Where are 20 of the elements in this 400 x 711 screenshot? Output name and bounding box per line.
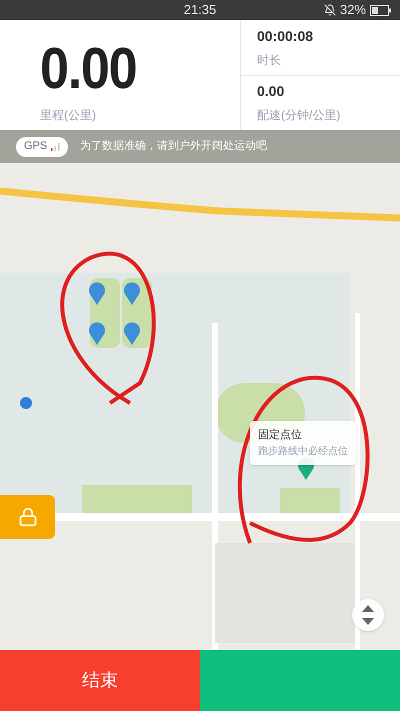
distance-value: 0.00 <box>40 40 138 98</box>
action-button[interactable] <box>200 650 400 711</box>
gps-label: GPS <box>24 139 48 154</box>
duration-value: 00:00:08 <box>257 26 314 46</box>
notice-text: 为了数据准确，请到户外开阔处运动吧 <box>80 138 268 154</box>
end-button[interactable]: 结束 <box>0 650 200 711</box>
pace-value: 0.00 <box>257 82 286 102</box>
signal-icon <box>51 142 60 150</box>
pace-label: 配速(分钟/公里) <box>257 107 342 124</box>
bell-off-icon <box>324 4 336 16</box>
duration-label: 时长 <box>257 52 282 69</box>
lock-icon <box>18 507 38 527</box>
battery-percent: 32% <box>340 1 366 20</box>
battery-icon <box>370 4 392 16</box>
popup-title: 固定点位 <box>258 428 303 443</box>
up-down-arrows-icon <box>362 605 374 625</box>
status-time: 21:35 <box>184 1 216 20</box>
popup-subtitle: 跑步路线中必经点位 <box>258 444 348 458</box>
lock-button[interactable] <box>0 495 55 539</box>
distance-label: 里程(公里) <box>40 107 97 124</box>
